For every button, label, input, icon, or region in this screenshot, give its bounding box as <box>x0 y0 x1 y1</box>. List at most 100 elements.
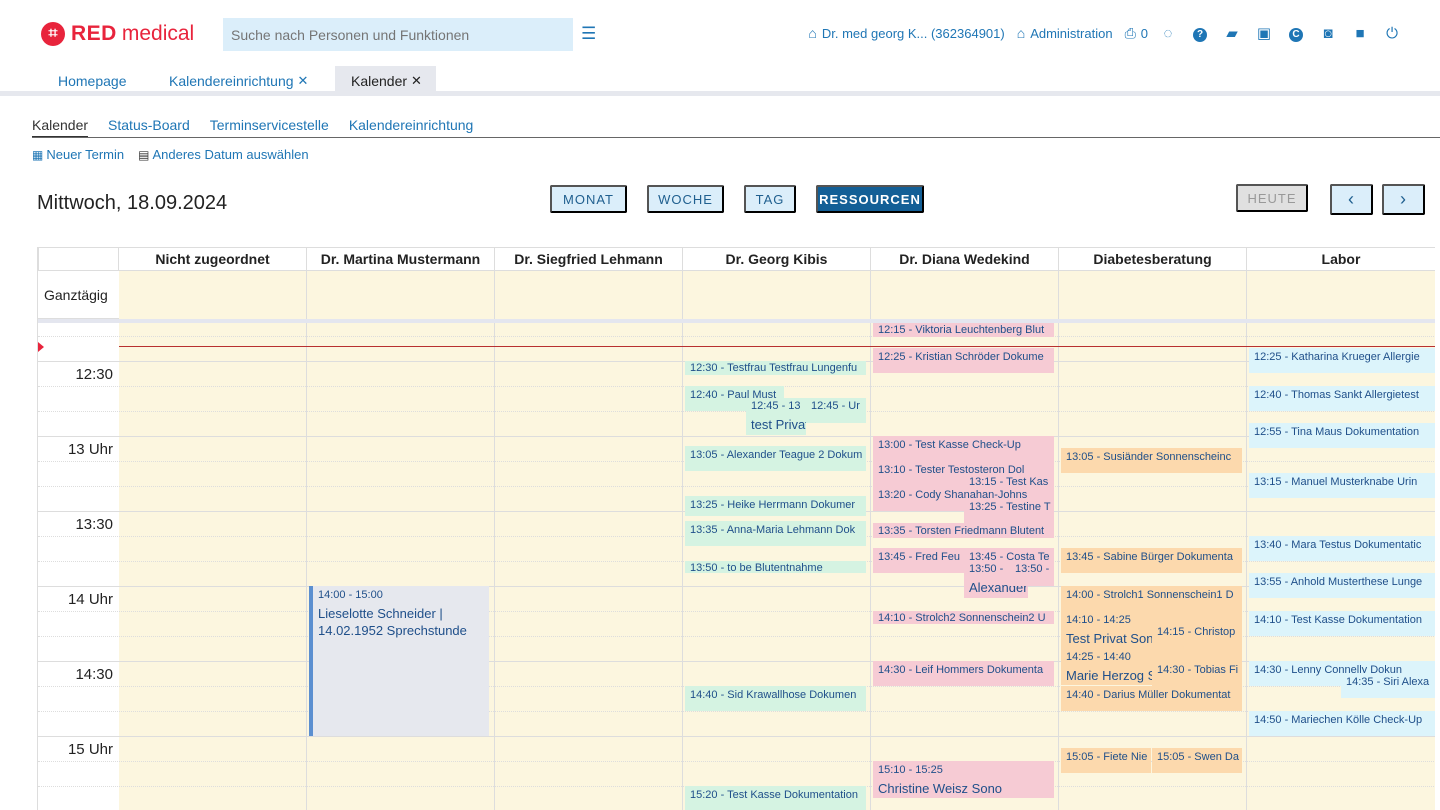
appointment-time: 14:00 - 15:00 <box>318 589 383 601</box>
allday-separator <box>38 319 1435 323</box>
subnav-kalender[interactable]: Kalender <box>32 117 89 138</box>
today-button[interactable]: HEUTE <box>1236 184 1308 212</box>
resource-column[interactable] <box>1059 271 1247 810</box>
appointment-title: test Privat <box>751 417 806 432</box>
view-month-button[interactable]: MONAT <box>550 185 627 213</box>
resource-column[interactable] <box>495 271 683 810</box>
allday-label: Ganztägig <box>38 271 119 319</box>
grid-line <box>38 711 1435 712</box>
admin-link[interactable]: ⌂ Administration <box>1017 25 1113 41</box>
header-corner <box>38 247 119 271</box>
appointment[interactable]: 14:35 - Siri Alexa <box>1341 673 1435 698</box>
appointment[interactable]: 12:25 - Kristian Schröder Dokume <box>873 348 1054 373</box>
appointment[interactable]: 13:50 - <box>1010 561 1054 586</box>
column-header: Dr. Martina Mustermann <box>307 247 495 271</box>
robot-icon[interactable]: ◙ <box>1320 25 1336 42</box>
appointment[interactable]: 12:45 - 13 test Privat <box>746 398 806 435</box>
truck-icon[interactable]: ▰ <box>1224 24 1240 42</box>
appointment[interactable]: 12:40 - Thomas Sankt Allergietest <box>1249 386 1435 411</box>
appointment[interactable]: 13:25 - Heike Herrmann Dokumer <box>685 496 866 516</box>
appointment[interactable]: 15:20 - Test Kasse Dokumentation <box>685 786 866 810</box>
time-label: 15 Uhr <box>67 741 113 758</box>
appointment[interactable]: 14:10 - Test Kasse Dokumentation <box>1249 611 1435 636</box>
tab-bar: Homepage Kalendereinrichtung ✕ Kalender … <box>0 66 1440 96</box>
chat-icon[interactable]: ◌ <box>1160 25 1176 42</box>
appointment[interactable]: 14:30 - Leif Hommers Dokumenta <box>873 661 1054 686</box>
appointment[interactable]: 14:00 - Strolch1 Sonnenschein1 D <box>1061 586 1242 611</box>
appointment[interactable]: 14:10 - Strolch2 Sonnenschein2 U <box>873 611 1054 624</box>
logo-badge-icon: ⌗ <box>41 22 65 46</box>
appointment[interactable]: 15:05 - Fiete Nie <box>1061 748 1151 773</box>
admin-label: Administration <box>1030 25 1113 41</box>
gift-icon[interactable]: ▣ <box>1256 24 1272 42</box>
tab-kalendereinrichtung[interactable]: Kalendereinrichtung ✕ <box>153 66 324 96</box>
logo-text-red: RED <box>71 22 117 45</box>
appointment[interactable]: 12:55 - Tina Maus Dokumentation <box>1249 423 1435 448</box>
appointment[interactable]: 12:15 - Viktoria Leuchtenberg Blut <box>873 323 1054 337</box>
column-header: Labor <box>1247 247 1435 271</box>
appointment[interactable]: 14:30 - Tobias Fi <box>1152 661 1242 686</box>
power-icon[interactable]: ⏻ <box>1384 25 1400 42</box>
next-button[interactable]: › <box>1382 184 1425 215</box>
close-icon[interactable]: ✕ <box>411 73 422 89</box>
column-header: Dr. Georg Kibis <box>683 247 871 271</box>
resource-column[interactable] <box>119 271 307 810</box>
subnav-kalendereinrichtung[interactable]: Kalendereinrichtung <box>349 117 474 138</box>
choose-date-button[interactable]: ▤ Anderes Datum auswählen <box>138 147 308 162</box>
grid-line <box>38 336 1435 337</box>
view-resources-button[interactable]: RESSOURCEN <box>816 185 924 213</box>
appointment[interactable]: 14:15 - Christop <box>1152 623 1242 648</box>
logo-text-medical: medical <box>121 22 195 45</box>
choose-date-label: Anderes Datum auswählen <box>152 147 309 162</box>
tab-label: Kalendereinrichtung <box>169 73 294 89</box>
appointment[interactable]: 13:50 - to be Blutentnahme <box>685 561 866 573</box>
time-label: 14 Uhr <box>67 591 113 608</box>
grid-line <box>38 436 1435 437</box>
tab-homepage[interactable]: Homepage <box>42 66 143 96</box>
help-icon[interactable]: ? <box>1192 24 1208 42</box>
appointment[interactable]: 13:35 - Anna-Maria Lehmann Dok <box>685 521 866 546</box>
appointment[interactable]: 13:55 - Anhold Musterthese Lunge <box>1249 573 1435 598</box>
appointment[interactable]: 12:30 - Testfrau Testfrau Lungenfu <box>685 361 866 375</box>
subnav-status-board[interactable]: Status-Board <box>108 117 190 138</box>
appointment-time: 12:45 - 13 <box>751 400 801 412</box>
lock-icon[interactable]: ■ <box>1352 25 1368 42</box>
appointment-time: 13:50 - <box>969 563 1004 575</box>
grid-line <box>38 486 1435 487</box>
column-header: Dr. Siegfried Lehmann <box>495 247 683 271</box>
appointment[interactable]: 14:40 - Darius Müller Dokumentat <box>1061 686 1242 711</box>
appointment[interactable]: 13:15 - Manuel Musterknabe Urin <box>1249 473 1435 498</box>
logo[interactable]: ⌗ RED medical <box>41 20 194 48</box>
hamburger-menu-icon[interactable]: ☰ <box>581 24 596 44</box>
column-header: Dr. Diana Wedekind <box>871 247 1059 271</box>
tab-kalender[interactable]: Kalender ✕ <box>335 66 436 96</box>
view-week-button[interactable]: WOCHE <box>647 185 724 213</box>
appointment[interactable]: 12:25 - Katharina Krueger Allergie <box>1249 348 1435 373</box>
appointment[interactable]: 15:05 - Swen Da <box>1152 748 1242 773</box>
appointment-time: 15:10 - 15:25 <box>878 764 943 776</box>
appointment[interactable]: 13:45 - Sabine Bürger Dokumenta <box>1061 548 1242 573</box>
appointment[interactable]: 14:40 - Sid Krawallhose Dokumen <box>685 686 866 711</box>
appointment[interactable]: 13:40 - Mara Testus Dokumentatic <box>1249 536 1435 561</box>
prev-button[interactable]: ‹ <box>1330 184 1373 215</box>
appointment[interactable]: 13:35 - Torsten Friedmann Blutent <box>873 523 1054 538</box>
appointment[interactable]: 13:25 - Testine T <box>964 498 1054 523</box>
search-input[interactable] <box>223 18 573 51</box>
appointment[interactable]: 15:10 - 15:25 Christine Weisz Sono <box>873 761 1054 798</box>
tab-label: Kalender <box>351 73 408 89</box>
new-appointment-button[interactable]: ▦ Neuer Termin <box>32 147 124 162</box>
print-queue[interactable]: ⎙ 0 <box>1125 25 1148 42</box>
copyright-icon[interactable]: C <box>1288 24 1304 42</box>
appointment[interactable]: 12:45 - Ur <box>806 398 866 423</box>
appointment[interactable]: 14:50 - Mariechen Kölle Check-Up <box>1249 711 1435 736</box>
close-icon[interactable]: ✕ <box>298 73 309 89</box>
appointment[interactable]: 13:05 - Alexander Teague 2 Dokum <box>685 446 866 471</box>
subnav-terminservicestelle[interactable]: Terminservicestelle <box>210 117 329 138</box>
appointment[interactable]: 13:05 - Susiänder Sonnenscheinc <box>1061 448 1242 473</box>
user-link[interactable]: ⌂ Dr. med georg K... (362364901) <box>808 25 1004 41</box>
appointment[interactable]: 13:00 - Test Kasse Check-Up <box>873 436 1054 461</box>
appointment[interactable]: 14:00 - 15:00 Lieselotte Schneider | 14.… <box>309 586 489 736</box>
calendar-plus-icon: ▦ <box>32 147 44 162</box>
view-day-button[interactable]: TAG <box>744 185 796 213</box>
date-title: Mittwoch, 18.09.2024 <box>37 192 228 214</box>
